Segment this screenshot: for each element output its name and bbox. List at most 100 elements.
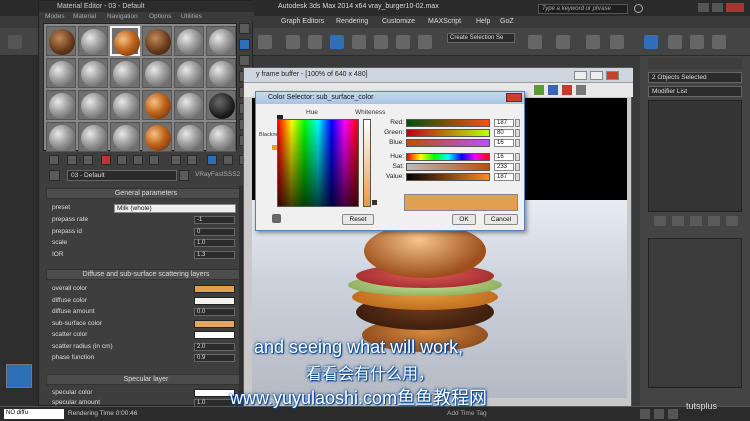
- save-image-icon[interactable]: [548, 85, 558, 95]
- value-slider[interactable]: [406, 173, 490, 181]
- specular-color-swatch[interactable]: [194, 389, 235, 397]
- vfb-maximize-button[interactable]: [590, 71, 603, 80]
- vfb-minimize-button[interactable]: [574, 71, 587, 80]
- menu-graph-editors[interactable]: Graph Editors: [281, 18, 324, 25]
- remove-modifier-icon[interactable]: [708, 216, 720, 226]
- diffuse-color-swatch[interactable]: [194, 297, 235, 305]
- sample-slot[interactable]: [142, 58, 172, 88]
- blue-spinner[interactable]: [515, 139, 520, 147]
- modifier-stack[interactable]: [648, 100, 742, 212]
- sample-slot-selected[interactable]: [110, 26, 140, 56]
- assign-to-selection-icon[interactable]: [83, 155, 93, 165]
- scatter-color-swatch[interactable]: [194, 331, 235, 339]
- percent-snap-icon[interactable]: [418, 35, 432, 49]
- menu-goz[interactable]: GoZ: [500, 18, 514, 25]
- rollout-general-header[interactable]: General parameters: [46, 188, 246, 199]
- sample-slot[interactable]: [142, 122, 172, 152]
- sample-slot[interactable]: [46, 58, 76, 88]
- configure-sets-icon[interactable]: [726, 216, 738, 226]
- prev-frame-icon[interactable]: [640, 409, 650, 419]
- sample-slot[interactable]: [142, 26, 172, 56]
- viewport-thumbnail[interactable]: [6, 364, 32, 388]
- preset-dropdown[interactable]: Milk (whole): [114, 204, 236, 213]
- reset-button[interactable]: Reset: [342, 214, 374, 225]
- menu-options[interactable]: Options: [149, 13, 171, 20]
- sample-slot[interactable]: [78, 122, 108, 152]
- whiteness-slider[interactable]: [363, 119, 371, 207]
- hue-spinner[interactable]: [515, 153, 520, 161]
- sample-slot[interactable]: [206, 58, 236, 88]
- menu-help[interactable]: Help: [476, 18, 490, 25]
- background-icon[interactable]: [239, 55, 250, 66]
- put-to-scene-icon[interactable]: [67, 155, 77, 165]
- sample-slot[interactable]: [110, 58, 140, 88]
- show-shaded-icon[interactable]: [171, 155, 181, 165]
- hue-field[interactable]: 16: [494, 153, 514, 161]
- material-editor-icon[interactable]: [644, 35, 658, 49]
- clear-image-icon[interactable]: [562, 85, 572, 95]
- diffuse-amount-field[interactable]: 0.0: [194, 308, 235, 316]
- red-field[interactable]: 187: [494, 119, 514, 127]
- selection-name-field[interactable]: 2 Objects Selected: [648, 72, 742, 83]
- sample-slot[interactable]: [78, 90, 108, 120]
- sample-slot[interactable]: [206, 122, 236, 152]
- menu-rendering[interactable]: Rendering: [336, 18, 368, 25]
- green-spinner[interactable]: [515, 129, 520, 137]
- color-selector-close-button[interactable]: [506, 93, 522, 102]
- select-region-icon[interactable]: [286, 35, 300, 49]
- search-input[interactable]: Type a keyword or phrase: [538, 4, 628, 14]
- search-icon[interactable]: [634, 4, 643, 13]
- eyedropper-icon[interactable]: [272, 214, 281, 223]
- material-type-button[interactable]: VRayFastSSS2: [195, 171, 240, 178]
- show-end-result-icon[interactable]: [187, 155, 197, 165]
- vfb-close-button[interactable]: [606, 71, 619, 80]
- sample-slot[interactable]: [46, 122, 76, 152]
- pin-stack-icon[interactable]: [654, 216, 666, 226]
- green-slider[interactable]: [406, 129, 490, 137]
- render-icon[interactable]: [712, 35, 726, 49]
- menu-maxscript[interactable]: MAXScript: [428, 18, 461, 25]
- minimize-button[interactable]: [698, 3, 709, 12]
- sample-slot[interactable]: [174, 58, 204, 88]
- hue-blackness-picker[interactable]: [277, 119, 359, 207]
- left-viewport[interactable]: [0, 56, 40, 406]
- next-frame-icon[interactable]: [668, 409, 678, 419]
- sample-slot[interactable]: [78, 58, 108, 88]
- dropdown-arrow-icon[interactable]: [179, 170, 189, 181]
- cancel-button[interactable]: Cancel: [484, 214, 518, 225]
- ior-field[interactable]: 1.3: [194, 251, 235, 259]
- rollout-diffuse-sss-header[interactable]: Diffuse and sub-surface scattering layer…: [46, 269, 246, 280]
- sample-type-icon[interactable]: [239, 23, 250, 34]
- green-field[interactable]: 80: [494, 129, 514, 137]
- render-frame-icon[interactable]: [690, 35, 704, 49]
- scale-field[interactable]: 1.0: [194, 239, 235, 247]
- sat-field[interactable]: 233: [494, 163, 514, 171]
- hue-slider[interactable]: [406, 153, 490, 161]
- menu-navigation[interactable]: Navigation: [107, 13, 138, 20]
- phase-function-field[interactable]: 0.9: [194, 354, 235, 362]
- value-spinner[interactable]: [515, 173, 520, 181]
- snap-icon[interactable]: [374, 35, 388, 49]
- go-forward-icon[interactable]: [223, 155, 233, 165]
- overall-color-swatch[interactable]: [194, 285, 235, 293]
- sample-slot[interactable]: [174, 90, 204, 120]
- move-icon[interactable]: [308, 35, 322, 49]
- maximize-button[interactable]: [712, 3, 723, 12]
- menu-modes[interactable]: Modes: [45, 13, 65, 20]
- command-panel-tabs[interactable]: [648, 58, 742, 69]
- select-icon[interactable]: [258, 35, 272, 49]
- sample-slot[interactable]: [46, 90, 76, 120]
- reset-map-icon[interactable]: [101, 155, 111, 165]
- sat-slider[interactable]: [406, 163, 490, 171]
- red-slider[interactable]: [406, 119, 490, 127]
- blue-field[interactable]: 16: [494, 139, 514, 147]
- sample-slot[interactable]: [174, 122, 204, 152]
- sample-slot[interactable]: [110, 122, 140, 152]
- whiteness-marker-icon[interactable]: [372, 200, 377, 205]
- align-icon[interactable]: [556, 35, 570, 49]
- curve-editor-icon[interactable]: [610, 35, 624, 49]
- render-setup-icon[interactable]: [668, 35, 682, 49]
- mirror-icon[interactable]: [528, 35, 542, 49]
- value-field[interactable]: 187: [494, 173, 514, 181]
- sample-slot[interactable]: [174, 26, 204, 56]
